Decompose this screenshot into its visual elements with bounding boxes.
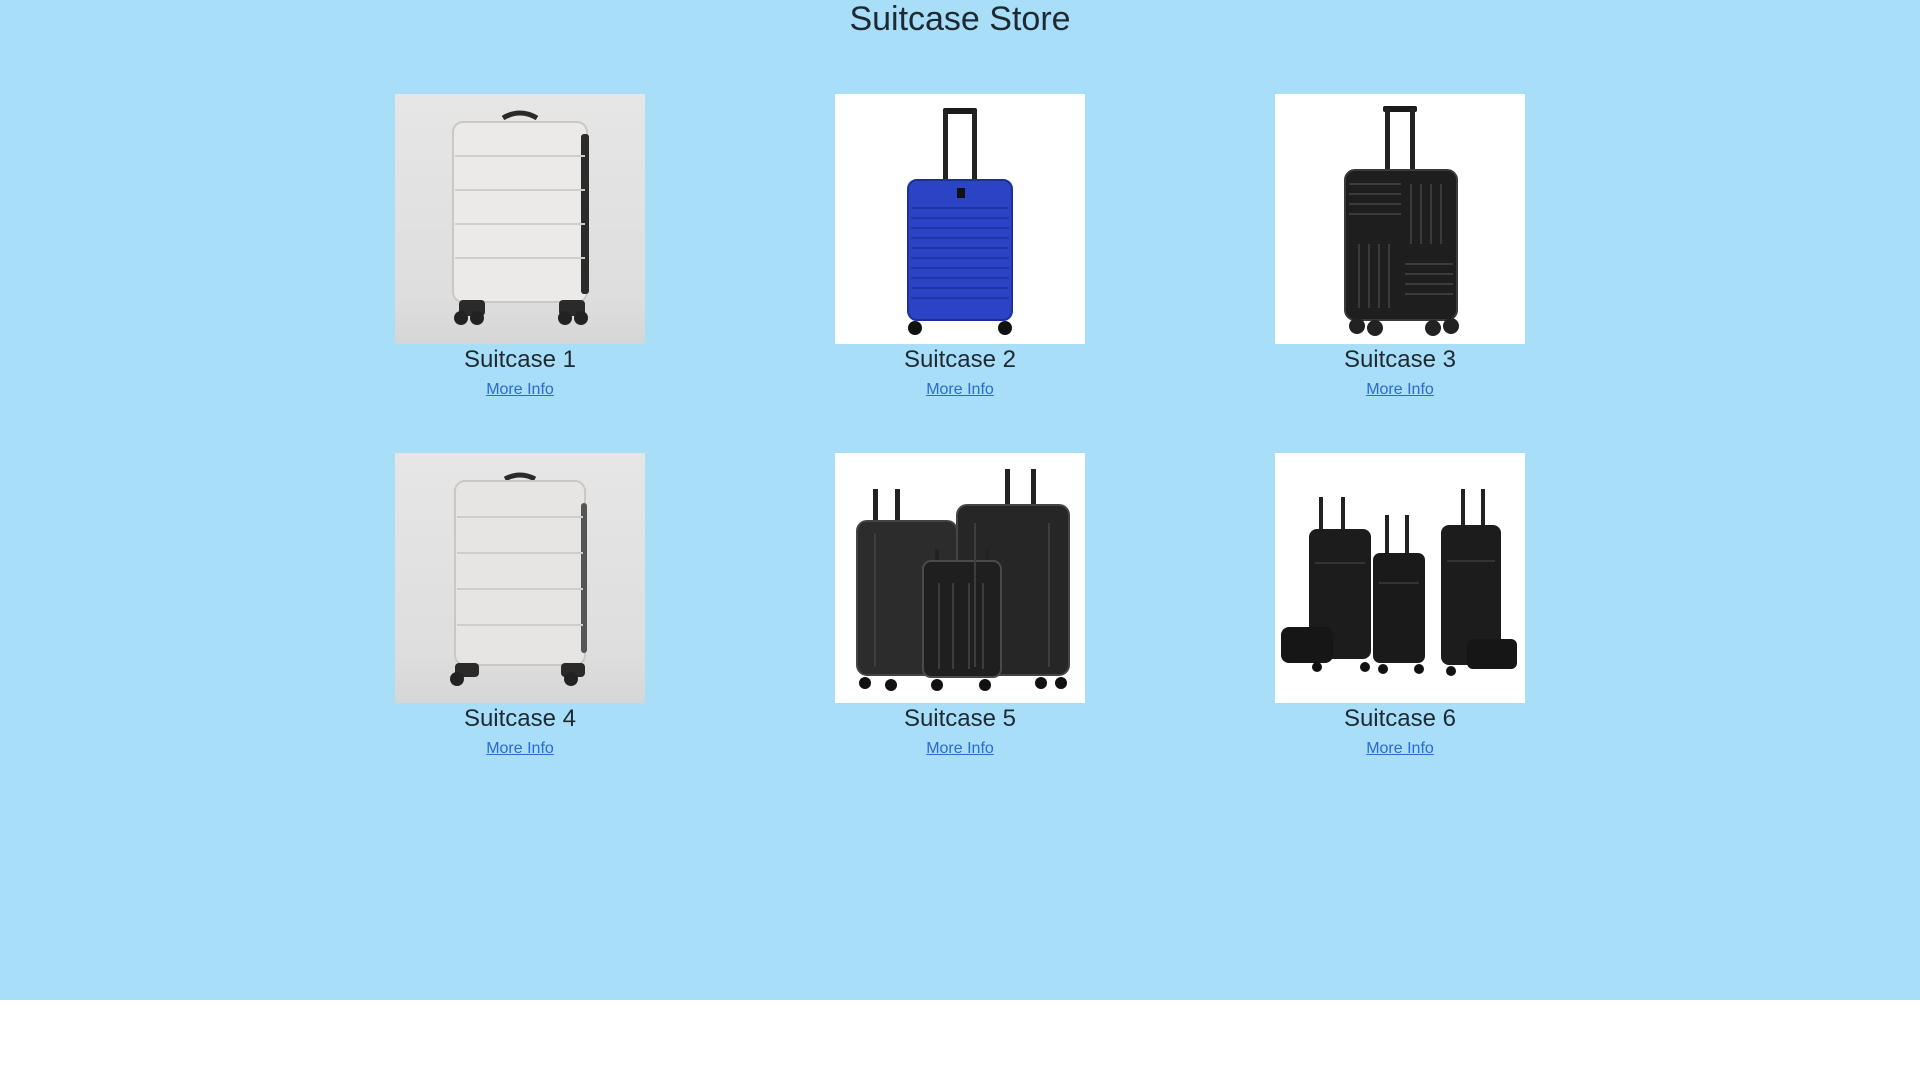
- more-info-link[interactable]: More Info: [926, 739, 994, 759]
- product-card-1: Suitcase 1 More Info: [395, 94, 645, 400]
- suitcase-3-image[interactable]: [1275, 94, 1525, 344]
- product-name: Suitcase 4: [463, 705, 577, 732]
- product-card-2: Suitcase 2 More Info: [835, 94, 1085, 400]
- store-page: Suitcase Store Suitcase 1 More Info Suit…: [0, 0, 1920, 1000]
- product-card-3: Suitcase 3 More Info: [1275, 94, 1525, 400]
- product-name: Suitcase 5: [903, 705, 1017, 732]
- more-info-link[interactable]: More Info: [1366, 739, 1434, 759]
- more-info-link[interactable]: More Info: [486, 380, 554, 400]
- more-info-link[interactable]: More Info: [486, 739, 554, 759]
- page-title: Suitcase Store: [849, 0, 1071, 38]
- product-card-5: Suitcase 5 More Info: [835, 453, 1085, 759]
- product-name: Suitcase 1: [463, 346, 577, 373]
- product-name: Suitcase 3: [1343, 346, 1457, 373]
- product-card-4: Suitcase 4 More Info: [395, 453, 645, 759]
- suitcase-5-image[interactable]: [835, 453, 1085, 703]
- product-name: Suitcase 6: [1343, 705, 1457, 732]
- suitcase-1-image[interactable]: [395, 94, 645, 344]
- suitcase-2-image[interactable]: [835, 94, 1085, 344]
- product-card-6: Suitcase 6 More Info: [1275, 453, 1525, 759]
- more-info-link[interactable]: More Info: [926, 380, 994, 400]
- product-name: Suitcase 2: [903, 346, 1017, 373]
- suitcase-6-image[interactable]: [1275, 453, 1525, 703]
- more-info-link[interactable]: More Info: [1366, 380, 1434, 400]
- suitcase-4-image[interactable]: [395, 453, 645, 703]
